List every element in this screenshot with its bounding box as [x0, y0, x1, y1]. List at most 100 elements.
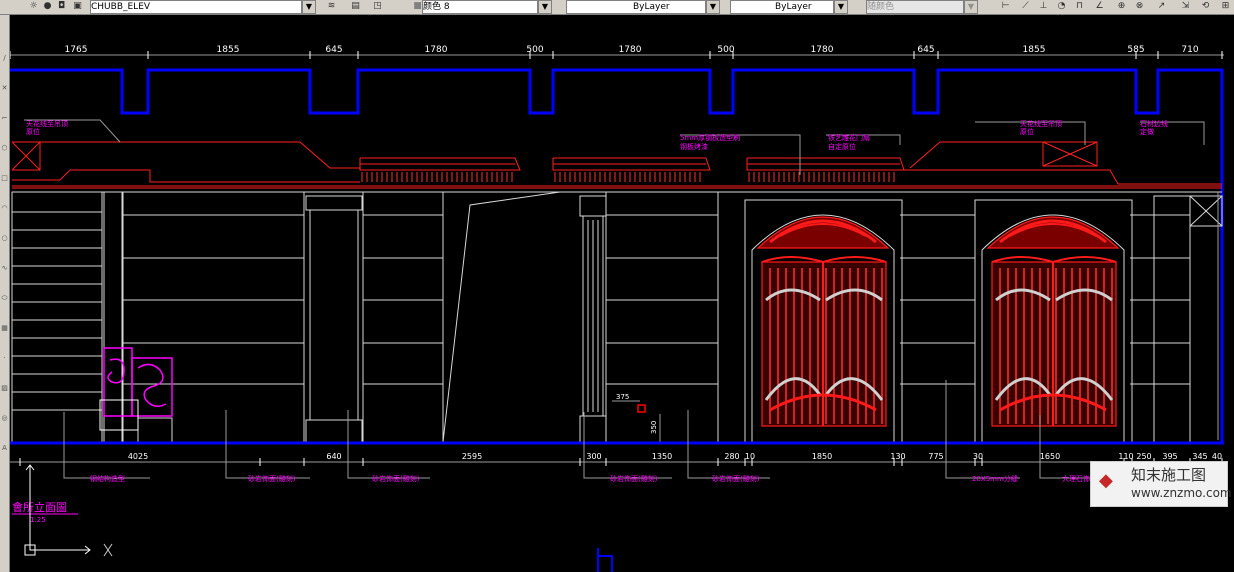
polyline-tool-icon[interactable]: ⌐: [1, 115, 8, 122]
dim-top-label: 1855: [1023, 45, 1046, 55]
dim-top-label: 710: [1181, 45, 1198, 55]
lock-icon[interactable]: ◘: [56, 1, 67, 12]
insertion-marker: [637, 404, 646, 413]
dim-top-label: 1855: [217, 45, 240, 55]
note-bottom-3: 砂岩饰面(雕刻): [372, 474, 420, 483]
dim-bottom-label: 775: [928, 452, 943, 461]
color-dropdown[interactable]: 颜色 8: [422, 0, 538, 14]
view-scale: 1:25: [30, 516, 46, 524]
dim-bottom-label: 1350: [652, 452, 672, 461]
leader-icon[interactable]: ↗: [1156, 1, 1167, 12]
arc-tool-icon[interactable]: ◠: [1, 205, 8, 212]
dim-angular-icon[interactable]: ∠: [1094, 1, 1105, 12]
watermark-url: www.znzmo.com: [1131, 486, 1232, 500]
dim-top-label: 500: [526, 45, 543, 55]
dim-top-label: 1780: [619, 45, 642, 55]
dim-style-icon[interactable]: ⊞: [1220, 1, 1231, 12]
note-top-left-1: 天花线至吊顶: [26, 119, 68, 128]
lineweight-dropdown[interactable]: ByLayer: [730, 0, 834, 14]
dim-top-label: 645: [917, 45, 934, 55]
bottom-dimension-labels: 4025 640 2595 300 1350 280 10 1850 130 7…: [128, 452, 1222, 461]
layer-dropdown-arrow[interactable]: ▼: [302, 0, 316, 14]
layer-properties-icon[interactable]: ≋: [326, 1, 337, 12]
drawing-canvas[interactable]: 1765 1855 645 1780 500 1780 500 1780 645…: [10, 15, 1234, 572]
xline-tool-icon[interactable]: ✕: [1, 85, 8, 92]
note-bottom-1: 钢结构造型: [90, 474, 125, 483]
note-mid-b-1: 铁艺雕花门扇: [828, 133, 870, 142]
crown-moulding: [11, 141, 1222, 189]
layer-previous-icon[interactable]: ◳: [372, 1, 383, 12]
dim-aligned-icon[interactable]: ⟋: [1020, 1, 1031, 12]
lineweight-dropdown-arrow[interactable]: ▼: [834, 0, 848, 14]
plotstyle-label: 随颜色: [867, 2, 895, 12]
point-tool-icon[interactable]: ·: [1, 355, 8, 362]
dim-edit-icon[interactable]: ⇲: [1180, 1, 1191, 12]
plotstyle-dropdown-arrow: ▼: [964, 0, 978, 14]
dim-bottom-label: 2595: [462, 452, 482, 461]
dim-top-label: 585: [1127, 45, 1144, 55]
note-bottom-2: 砂岩饰面(雕刻): [248, 474, 296, 483]
dim-bottom-label: 110: [1118, 452, 1133, 461]
linetype-dropdown-arrow[interactable]: ▼: [706, 0, 720, 14]
dim-tolerance-icon[interactable]: ⊗: [1134, 1, 1145, 12]
note-right-b-1: 石材边线: [1140, 119, 1168, 128]
dim-bottom-label: 250: [1136, 452, 1151, 461]
dim-bottom-label: 10: [745, 452, 755, 461]
dim-bottom-label: 395: [1162, 452, 1177, 461]
linetype-dropdown[interactable]: ByLayer: [566, 0, 706, 14]
dim-ordinate-icon[interactable]: ⊥: [1038, 1, 1049, 12]
plotstyle-dropdown: 随颜色: [866, 0, 964, 14]
dim-bottom-label: 4025: [128, 452, 148, 461]
bottom-annotations: [63, 380, 1100, 479]
ellipse-tool-icon[interactable]: ⬭: [1, 295, 8, 302]
hatch-tool-icon[interactable]: ▨: [1, 385, 8, 392]
dim-top-label: 1780: [425, 45, 448, 55]
note-right-a-2: 原位: [1020, 127, 1034, 136]
dim-bottom-label: 1650: [1040, 452, 1060, 461]
top-dimension-labels: 1765 1855 645 1780 500 1780 500 1780 645…: [65, 45, 1199, 55]
dim-bottom-label: 345: [1192, 452, 1207, 461]
rectangle-tool-icon[interactable]: □: [1, 175, 8, 182]
dim-bottom-label: 280: [724, 452, 739, 461]
line-tool-icon[interactable]: /: [1, 55, 8, 62]
dim-baseline-icon[interactable]: ⊓: [1074, 1, 1085, 12]
dim-bottom-label: 300: [586, 452, 601, 461]
dim-center-icon[interactable]: ⊕: [1116, 1, 1127, 12]
region-tool-icon[interactable]: ◎: [1, 415, 8, 422]
dim-top-label: 645: [325, 45, 342, 55]
dim-radius-icon[interactable]: ◔: [1056, 1, 1067, 12]
note-bottom-4: 砂岩饰面(雕刻): [610, 474, 658, 483]
lineweight-label: ByLayer: [775, 2, 812, 12]
layer-color-icon[interactable]: ▣: [72, 1, 83, 12]
note-right-b-2: 定做: [1140, 127, 1154, 136]
layer-states-icon[interactable]: ▤: [350, 1, 361, 12]
watermark-name: 知末施工图: [1131, 466, 1207, 484]
dim-bottom-label: 640: [326, 452, 341, 461]
section-marker: [597, 548, 613, 572]
polygon-tool-icon[interactable]: ⬡: [1, 145, 8, 152]
cad-toolbar: ☼ ● ◘ ▣ CHUBB_ELEV ▼ ≋ ▤ ◳ ■ 颜色 8 ▼ ByLa…: [0, 0, 1234, 15]
color-dropdown-arrow[interactable]: ▼: [538, 0, 552, 14]
watermark-badge: ◆ 知末施工图 www.znzmo.com: [1090, 461, 1232, 507]
mtext-tool-icon[interactable]: A: [1, 445, 8, 452]
dim-update-icon[interactable]: ⟲: [1200, 1, 1211, 12]
znzmo-logo-icon: ◆: [1099, 470, 1113, 491]
dim-top-label: 1765: [65, 45, 88, 55]
layer-dropdown[interactable]: CHUBB_ELEV: [90, 0, 302, 14]
insert-block-icon[interactable]: ▦: [1, 325, 8, 332]
note-mid-a-2: 钢板烤漆: [680, 142, 708, 151]
iron-door-left: [756, 216, 890, 427]
dim-bottom-label: 30: [973, 452, 983, 461]
note-bottom-5: 砂岩饰面(雕刻): [712, 474, 760, 483]
linetype-label: ByLayer: [633, 2, 670, 12]
dim-bottom-label: 40: [1212, 452, 1222, 461]
dentil-pattern: [361, 172, 895, 182]
dim-bottom-label: 1850: [812, 452, 832, 461]
circle-tool-icon[interactable]: ○: [1, 235, 8, 242]
spline-tool-icon[interactable]: ∿: [1, 265, 8, 272]
dim-top-label: 500: [717, 45, 734, 55]
note-mid-b-2: 自定原位: [828, 142, 856, 151]
dim-linear-icon[interactable]: ⊢: [1000, 1, 1011, 12]
lightbulb-icon[interactable]: ☼: [28, 1, 39, 12]
freeze-icon[interactable]: ●: [42, 1, 53, 12]
